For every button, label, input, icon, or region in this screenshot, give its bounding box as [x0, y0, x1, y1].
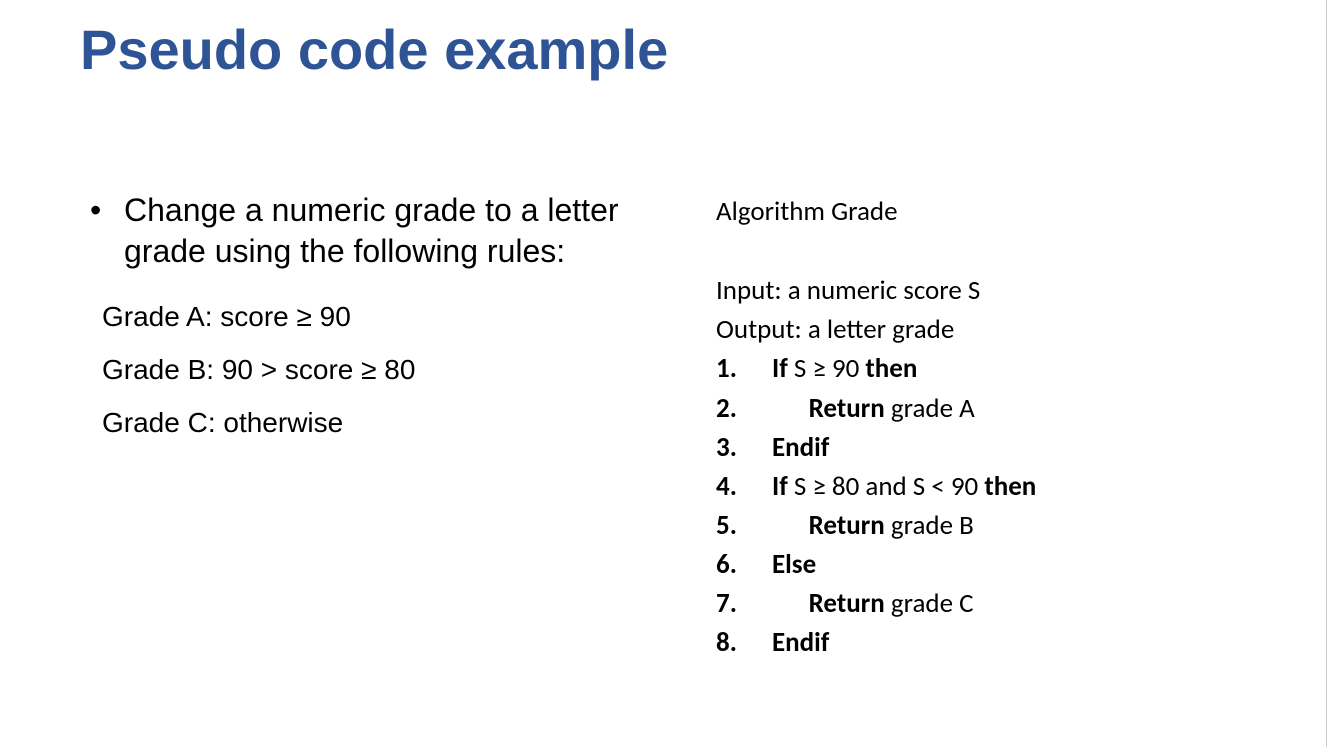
- step-4: If S ≥ 80 and S < 90 then: [716, 467, 1276, 506]
- step-1: If S ≥ 90 then: [716, 349, 1276, 388]
- step-5: Return grade B: [716, 506, 1276, 545]
- step-keyword2: then: [984, 470, 1036, 503]
- step-8: Endif: [716, 623, 1276, 662]
- algorithm-title: Algorithm Grade: [716, 192, 1276, 231]
- step-indent: [772, 587, 809, 620]
- bullet-text: Change a numeric grade to a letter grade…: [124, 190, 650, 272]
- rule-b: Grade B: 90 > score ≥ 80: [90, 343, 650, 396]
- step-keyword: If: [772, 470, 794, 503]
- step-keyword: Return: [809, 392, 891, 425]
- algorithm-input: Input: a numeric score S: [716, 271, 1276, 310]
- step-keyword: Endif: [772, 626, 829, 659]
- left-column: • Change a numeric grade to a letter gra…: [90, 190, 650, 449]
- step-keyword: Endif: [772, 431, 829, 464]
- right-column: Algorithm Grade Input: a numeric score S…: [716, 192, 1276, 690]
- step-indent: [772, 509, 809, 542]
- step-keyword: If: [772, 352, 794, 385]
- bullet-dot: •: [90, 190, 124, 272]
- step-body: grade B: [891, 509, 974, 542]
- algorithm-output: Output: a letter grade: [716, 310, 1276, 349]
- step-keyword: Else: [772, 548, 816, 581]
- rule-c: Grade C: otherwise: [90, 396, 650, 449]
- step-7: Return grade C: [716, 584, 1276, 623]
- step-2: Return grade A: [716, 389, 1276, 428]
- step-body: S ≥ 90: [794, 352, 866, 385]
- step-body: S ≥ 80 and S < 90: [794, 470, 984, 503]
- step-keyword: Return: [809, 509, 891, 542]
- step-keyword2: then: [865, 352, 917, 385]
- step-body: grade C: [891, 587, 974, 620]
- step-keyword: Return: [809, 587, 891, 620]
- step-body: grade A: [891, 392, 975, 425]
- rule-a: Grade A: score ≥ 90: [90, 290, 650, 343]
- slide: Pseudo code example • Change a numeric g…: [0, 0, 1327, 747]
- step-indent: [772, 392, 809, 425]
- bullet-item: • Change a numeric grade to a letter gra…: [90, 190, 650, 272]
- step-3: Endif: [716, 428, 1276, 467]
- algorithm-steps: If S ≥ 90 then Return grade A Endif If S…: [716, 349, 1276, 662]
- slide-title: Pseudo code example: [80, 18, 668, 82]
- step-6: Else: [716, 545, 1276, 584]
